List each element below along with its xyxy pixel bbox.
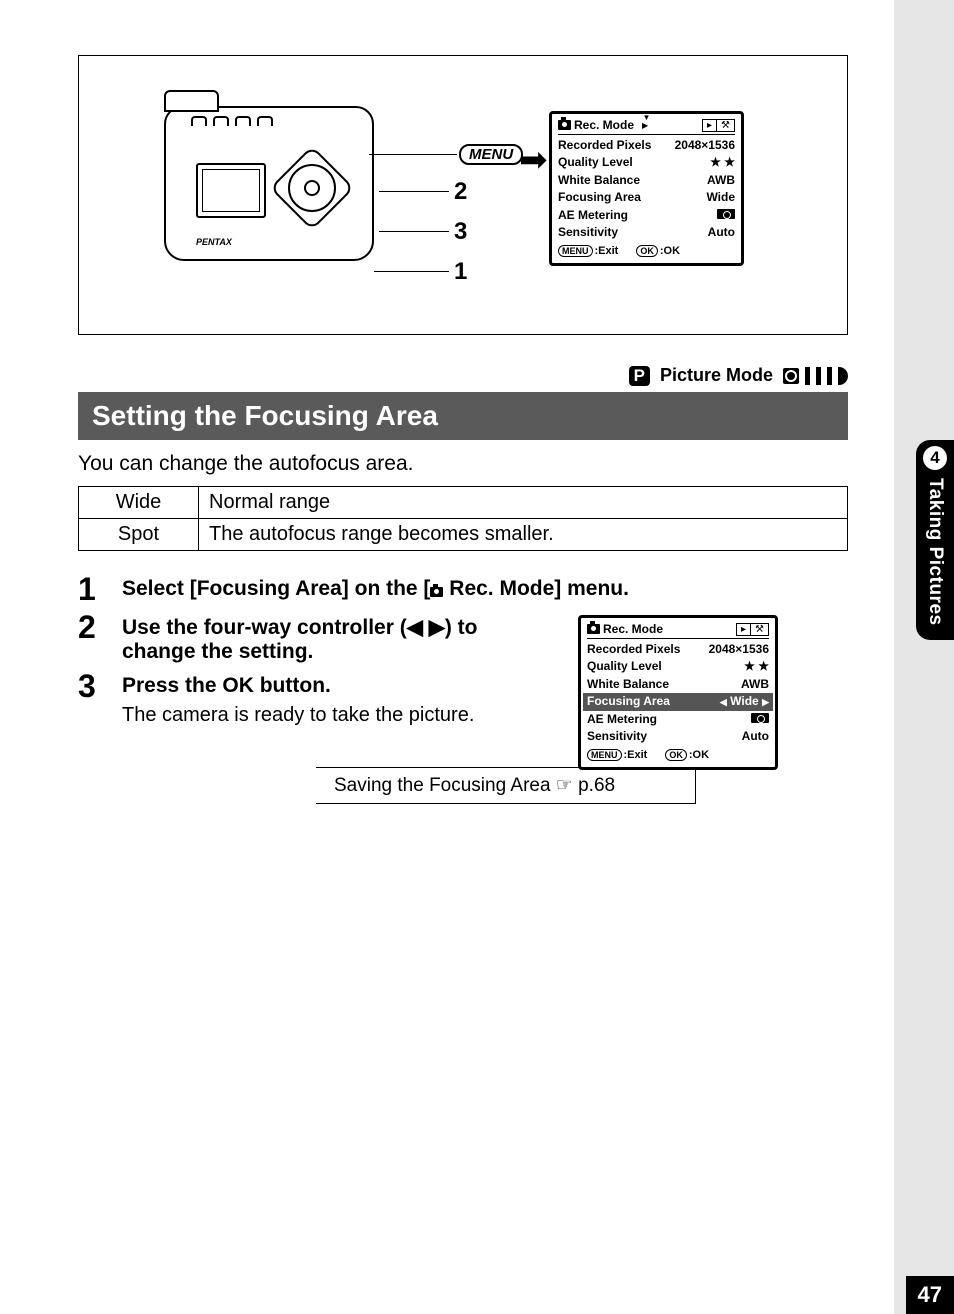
range-desc: Normal range: [199, 487, 848, 519]
table-row: Spot The autofocus range becomes smaller…: [79, 519, 848, 551]
callout-3: 3: [454, 218, 467, 246]
lcd-title: Rec. Mode: [603, 622, 663, 636]
step-number: 2: [78, 611, 104, 664]
down-triangle-icon: ▼: [643, 113, 651, 122]
callout-2: 2: [454, 178, 467, 206]
p-mode-icon: P: [629, 366, 650, 386]
picture-mode-label: Picture Mode: [660, 365, 773, 386]
top-diagram: PENTAX MENU ➡ 2 3 1 ▼ Rec. Mode ▶ ▸⚒ Rec…: [78, 55, 848, 335]
step-text: Press the OK button. The camera is ready…: [122, 670, 474, 727]
arrow-icon: ➡: [519, 140, 548, 180]
step-note: The camera is ready to take the picture.: [122, 704, 474, 727]
camera-icon: [558, 120, 571, 130]
focus-range-table: Wide Normal range Spot The autofocus ran…: [78, 486, 848, 551]
step-number: 3: [78, 670, 104, 727]
camera-brand: PENTAX: [196, 237, 232, 247]
chapter-title: Taking Pictures: [924, 478, 946, 626]
intro-text: You can change the autofocus area.: [78, 452, 848, 476]
movie-icon: [805, 367, 810, 385]
step-text: Use the four-way controller (◀ ▶) to cha…: [122, 611, 552, 664]
lcd-preview-bottom: Rec. Mode ▸⚒ Recorded Pixels2048×1536 Qu…: [578, 615, 778, 770]
chapter-tab: 4 Taking Pictures: [916, 440, 954, 640]
range-name: Wide: [79, 487, 199, 519]
night-portrait-icon: [783, 368, 799, 384]
lcd-rows: Recorded Pixels2048×1536 Quality Level★ …: [587, 641, 769, 745]
mode-icons: [783, 367, 848, 385]
lcd-title: Rec. Mode: [574, 118, 634, 132]
page-number: 47: [906, 1276, 954, 1314]
movie-icon: [816, 367, 821, 385]
chapter-number: 4: [923, 446, 947, 470]
callout-1: 1: [454, 258, 467, 286]
camera-icon: [587, 624, 600, 634]
cross-reference: Saving the Focusing Area ☞ p.68: [316, 767, 696, 804]
step-number: 1: [78, 573, 104, 605]
metering-icon: [751, 713, 769, 723]
lcd-rows: Recorded Pixels2048×1536 Quality Level★ …: [558, 137, 735, 241]
panorama-icon: [838, 367, 848, 385]
other-tabs-icon: ▸⚒: [702, 119, 735, 132]
metering-icon: [717, 209, 735, 219]
table-row: Wide Normal range: [79, 487, 848, 519]
menu-button-label: MENU: [459, 144, 523, 165]
steps-list: 1 Select [Focusing Area] on the [ Rec. M…: [78, 573, 848, 727]
four-way-controller-icon: [282, 158, 342, 218]
step-text: Select [Focusing Area] on the [ Rec. Mod…: [122, 573, 629, 605]
page-content: PENTAX MENU ➡ 2 3 1 ▼ Rec. Mode ▶ ▸⚒ Rec…: [78, 55, 848, 804]
range-desc: The autofocus range becomes smaller.: [199, 519, 848, 551]
movie-icon: [827, 367, 832, 385]
picture-mode-bar: P Picture Mode: [78, 365, 848, 386]
camera-illustration: PENTAX: [164, 106, 394, 276]
camera-icon: [430, 587, 443, 597]
side-margin: 4 Taking Pictures 47: [894, 0, 954, 1314]
section-heading: Setting the Focusing Area: [78, 392, 848, 440]
range-name: Spot: [79, 519, 199, 551]
other-tabs-icon: ▸⚒: [736, 623, 769, 636]
lcd-preview-top: ▼ Rec. Mode ▶ ▸⚒ Recorded Pixels2048×153…: [549, 111, 744, 266]
